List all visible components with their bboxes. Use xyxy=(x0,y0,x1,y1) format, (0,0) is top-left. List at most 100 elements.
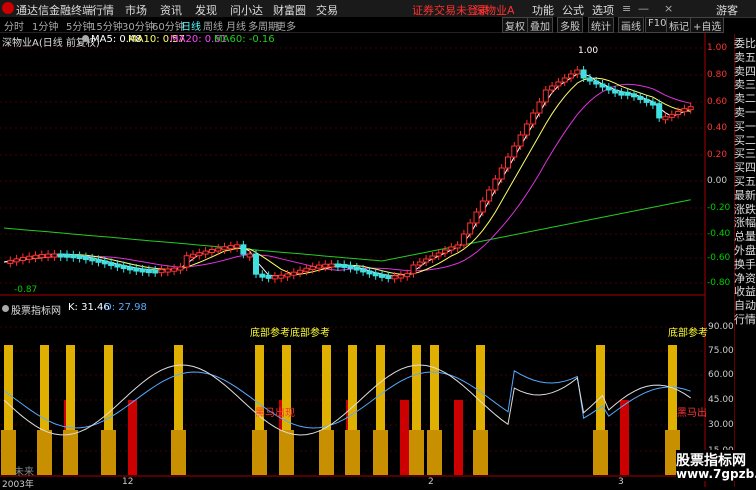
candle xyxy=(246,253,253,258)
candle xyxy=(542,89,549,103)
ma60-line xyxy=(3,199,691,262)
candle xyxy=(668,113,675,118)
price-chart[interactable] xyxy=(0,0,734,487)
candle xyxy=(45,253,52,258)
candle xyxy=(64,253,70,258)
low-mark: -0.87 xyxy=(14,285,38,295)
candle xyxy=(423,258,430,263)
candle xyxy=(347,264,354,269)
candle xyxy=(171,267,178,272)
ma10-line xyxy=(3,77,691,276)
quote-field-label: 卖三 xyxy=(734,78,756,92)
candle xyxy=(89,257,96,262)
x-tick: 3 xyxy=(618,477,624,487)
quote-field-label[interactable]: 自动 xyxy=(734,300,756,311)
candle xyxy=(183,255,190,268)
x-tick: 2 xyxy=(428,477,434,487)
candle xyxy=(561,77,568,83)
price-tick: -0.60 xyxy=(707,253,731,263)
candle xyxy=(448,246,455,251)
quote-field-label: 卖一 xyxy=(734,106,756,119)
indicator-settings-icon[interactable] xyxy=(2,305,9,312)
quote-field-label[interactable]: 行情 xyxy=(734,314,756,325)
candle xyxy=(215,247,222,252)
bottom-signal-label: 底部参考 xyxy=(668,328,708,339)
candle xyxy=(82,256,89,261)
candle xyxy=(120,265,127,270)
yellow-signal-bar xyxy=(63,430,78,475)
price-tick: 0.60 xyxy=(707,97,728,107)
candle xyxy=(593,80,600,85)
yellow-signal-bar xyxy=(409,430,424,475)
indicator-tick: 90.00 xyxy=(708,322,734,332)
candle xyxy=(385,274,392,279)
yellow-signal-bar xyxy=(373,430,388,475)
candle xyxy=(253,253,259,275)
yellow-signal-bar xyxy=(279,430,294,475)
indicator-name[interactable]: 股票指标网 xyxy=(11,302,61,317)
red-signal-bar xyxy=(128,400,137,475)
candle xyxy=(435,252,442,257)
ma20-line xyxy=(3,83,691,272)
candle xyxy=(681,108,688,113)
candle xyxy=(429,255,436,260)
yellow-signal-bar xyxy=(345,430,360,475)
yellow-signal-bar xyxy=(171,430,186,475)
indicator-tick: 30.00 xyxy=(708,420,734,430)
candle xyxy=(687,106,694,111)
candle xyxy=(297,269,304,274)
quote-field-label: 卖五 xyxy=(734,50,756,64)
candle xyxy=(221,246,228,251)
candle xyxy=(32,254,39,259)
quote-field-label: 换手 xyxy=(734,257,756,271)
candle xyxy=(139,268,146,273)
candle xyxy=(19,256,26,261)
yellow-signal-bar xyxy=(473,430,488,475)
candle xyxy=(57,253,64,258)
candle xyxy=(599,83,606,88)
candle xyxy=(341,263,348,268)
candle xyxy=(505,156,511,169)
candle xyxy=(568,73,574,79)
candle xyxy=(624,91,631,96)
ma5-line xyxy=(3,73,691,277)
x-tick: 2003年 xyxy=(2,480,34,490)
candle xyxy=(259,273,266,278)
candle xyxy=(498,167,505,180)
quote-field-label: 净资 xyxy=(734,271,756,285)
candle xyxy=(649,101,656,106)
candle xyxy=(397,274,404,279)
candle xyxy=(234,244,241,249)
horse-signal-label: 黑马出 xyxy=(677,408,707,419)
candle xyxy=(366,270,373,275)
quote-field-label: 涨幅 xyxy=(734,216,756,230)
candle xyxy=(511,145,518,158)
quote-field-label: 最新 xyxy=(734,188,756,202)
watermark-url: www.7gpzb.com xyxy=(676,467,756,481)
candle xyxy=(284,273,291,278)
candle xyxy=(479,200,486,213)
candle xyxy=(177,266,184,271)
red-signal-bar xyxy=(400,400,409,475)
candle xyxy=(114,263,121,268)
candle xyxy=(290,271,297,276)
candle xyxy=(265,274,272,279)
candle xyxy=(309,265,316,270)
bottom-signal-label: 底部参考底部参考 xyxy=(250,328,330,339)
candle xyxy=(271,275,278,280)
candle xyxy=(334,263,341,268)
candle xyxy=(391,275,398,280)
candle xyxy=(486,189,493,202)
candle xyxy=(379,273,385,278)
yellow-signal-bar xyxy=(593,430,608,475)
candle xyxy=(38,254,45,259)
candle xyxy=(133,267,140,272)
candle xyxy=(612,89,619,94)
indicator-tick: 75.00 xyxy=(708,346,734,356)
candle xyxy=(101,260,108,265)
candle xyxy=(208,249,215,254)
quote-field-label: 买四 xyxy=(734,161,756,175)
candle xyxy=(322,263,329,268)
future-label: 未来 xyxy=(14,467,34,478)
candle xyxy=(51,253,58,258)
